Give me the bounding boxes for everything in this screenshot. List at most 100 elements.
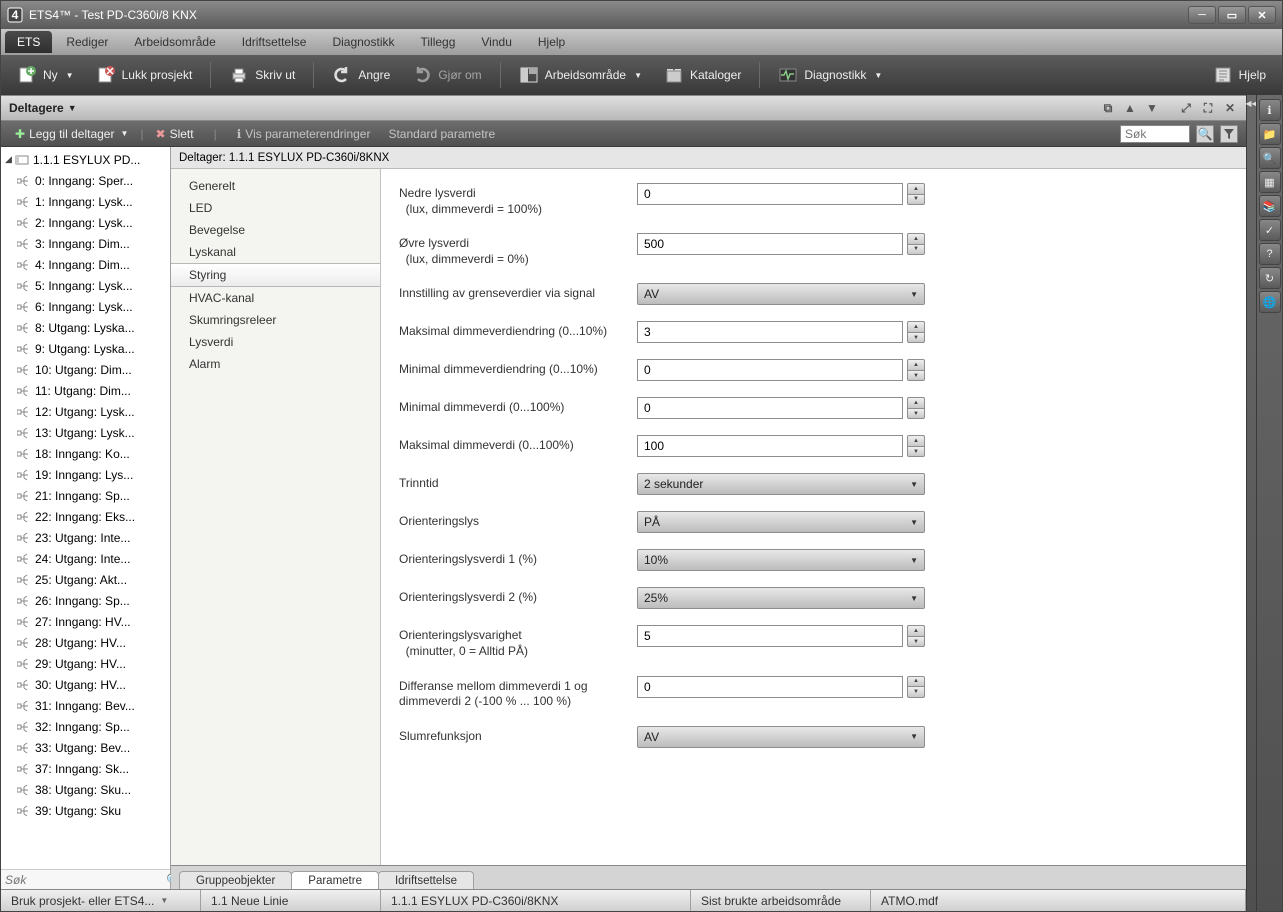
step-down-button[interactable]: ▼: [907, 194, 925, 206]
tree-item[interactable]: 9: Utgang: Lyska...: [1, 338, 170, 359]
step-down-button[interactable]: ▼: [907, 332, 925, 344]
delete-button[interactable]: ✖ Slett: [150, 125, 200, 143]
category-styring[interactable]: Styring: [171, 263, 380, 287]
category-alarm[interactable]: Alarm: [171, 353, 380, 375]
tree-item[interactable]: 2: Inngang: Lysk...: [1, 212, 170, 233]
rightbar-search-icon[interactable]: 🔍: [1259, 147, 1281, 169]
search-input[interactable]: [1120, 125, 1190, 143]
step-down-button[interactable]: ▼: [907, 636, 925, 648]
number-field[interactable]: [637, 183, 903, 205]
select-box[interactable]: PÅ▼: [637, 511, 925, 533]
tree-item[interactable]: 12: Utgang: Lysk...: [1, 401, 170, 422]
step-up-button[interactable]: ▲: [907, 625, 925, 636]
tree-item[interactable]: 10: Utgang: Dim...: [1, 359, 170, 380]
help-button[interactable]: Hjelp: [1205, 62, 1274, 88]
menu-rediger[interactable]: Rediger: [54, 31, 120, 53]
tree-item[interactable]: 5: Inngang: Lysk...: [1, 275, 170, 296]
tree-item[interactable]: 24: Utgang: Inte...: [1, 548, 170, 569]
panel-close-icon[interactable]: ✕: [1222, 100, 1238, 116]
tree-item[interactable]: 8: Utgang: Lyska...: [1, 317, 170, 338]
panel-maximize-icon[interactable]: ⛶: [1200, 100, 1216, 116]
tree-item[interactable]: 38: Utgang: Sku...: [1, 779, 170, 800]
step-up-button[interactable]: ▲: [907, 435, 925, 446]
step-up-button[interactable]: ▲: [907, 183, 925, 194]
minimize-button[interactable]: ─: [1188, 6, 1216, 24]
menu-diagnostikk[interactable]: Diagnostikk: [320, 31, 406, 53]
number-field[interactable]: [637, 233, 903, 255]
tree-item[interactable]: 32: Inngang: Sp...: [1, 716, 170, 737]
select-box[interactable]: 2 sekunder▼: [637, 473, 925, 495]
panel-new-window-icon[interactable]: ⧉: [1100, 100, 1116, 116]
status-cell-1[interactable]: Bruk prosjekt- eller ETS4...▼: [1, 890, 201, 911]
step-up-button[interactable]: ▲: [907, 233, 925, 244]
number-field[interactable]: [637, 625, 903, 647]
menu-vindu[interactable]: Vindu: [469, 31, 523, 53]
rightbar-check-icon[interactable]: ✓: [1259, 219, 1281, 241]
select-box[interactable]: 25%▼: [637, 587, 925, 609]
close-project-button[interactable]: Lukk prosjekt: [88, 62, 201, 88]
maximize-button[interactable]: ▭: [1218, 6, 1246, 24]
tree-item[interactable]: 33: Utgang: Bev...: [1, 737, 170, 758]
rightbar-panels-icon[interactable]: ▦: [1259, 171, 1281, 193]
step-down-button[interactable]: ▼: [907, 408, 925, 420]
workspace-button[interactable]: Arbeidsområde ▼: [511, 62, 650, 88]
tree-item[interactable]: 39: Utgang: Sku: [1, 800, 170, 821]
step-up-button[interactable]: ▲: [907, 359, 925, 370]
rightbar-info-icon[interactable]: ℹ: [1259, 99, 1281, 121]
number-field[interactable]: [637, 676, 903, 698]
tree-item[interactable]: 4: Inngang: Dim...: [1, 254, 170, 275]
rightbar-help-icon[interactable]: ?: [1259, 243, 1281, 265]
print-button[interactable]: Skriv ut: [221, 62, 303, 88]
category-led[interactable]: LED: [171, 197, 380, 219]
filter-icon[interactable]: [1220, 125, 1238, 143]
step-down-button[interactable]: ▼: [907, 686, 925, 698]
category-lysverdi[interactable]: Lysverdi: [171, 331, 380, 353]
diagnostics-button[interactable]: Diagnostikk ▼: [770, 62, 890, 88]
std-params-button[interactable]: Standard parametre: [382, 125, 501, 143]
form-panel[interactable]: Nedre lysverdi (lux, dimmeverdi = 100%)▲…: [381, 169, 1246, 865]
step-up-button[interactable]: ▲: [907, 321, 925, 332]
category-hvac-kanal[interactable]: HVAC-kanal: [171, 287, 380, 309]
tree-item[interactable]: 27: Inngang: HV...: [1, 611, 170, 632]
category-generelt[interactable]: Generelt: [171, 175, 380, 197]
show-param-changes-button[interactable]: ℹ Vis parameterendringer: [231, 125, 377, 143]
bottom-tab-idriftsettelse[interactable]: Idriftsettelse: [378, 871, 474, 889]
tree-scroll[interactable]: ◢1.1.1 ESYLUX PD...0: Inngang: Sper...1:…: [1, 147, 170, 869]
rightbar-history-icon[interactable]: ↻: [1259, 267, 1281, 289]
rightbar-folder-icon[interactable]: 📁: [1259, 123, 1281, 145]
step-up-button[interactable]: ▲: [907, 397, 925, 408]
bottom-tab-parametre[interactable]: Parametre: [291, 871, 379, 889]
undo-button[interactable]: Angre: [324, 62, 398, 88]
menu-idriftsettelse[interactable]: Idriftsettelse: [230, 31, 319, 53]
tree-item[interactable]: 6: Inngang: Lysk...: [1, 296, 170, 317]
close-button[interactable]: ✕: [1248, 6, 1276, 24]
catalogs-button[interactable]: Kataloger: [656, 62, 749, 88]
number-field[interactable]: [637, 321, 903, 343]
panel-collapse-icon[interactable]: ▲: [1122, 100, 1138, 116]
number-field[interactable]: [637, 397, 903, 419]
redo-button[interactable]: Gjør om: [404, 62, 489, 88]
step-up-button[interactable]: ▲: [907, 676, 925, 687]
tree-item[interactable]: 25: Utgang: Akt...: [1, 569, 170, 590]
right-panel-expand[interactable]: ◀◀: [1246, 95, 1256, 911]
tree-item[interactable]: 1: Inngang: Lysk...: [1, 191, 170, 212]
step-down-button[interactable]: ▼: [907, 244, 925, 256]
tree-item[interactable]: 30: Utgang: HV...: [1, 674, 170, 695]
step-down-button[interactable]: ▼: [907, 446, 925, 458]
rightbar-globe-icon[interactable]: 🌐: [1259, 291, 1281, 313]
select-box[interactable]: AV▼: [637, 726, 925, 748]
tree-root[interactable]: ◢1.1.1 ESYLUX PD...: [1, 149, 170, 170]
tree-item[interactable]: 37: Inngang: Sk...: [1, 758, 170, 779]
tree-item[interactable]: 0: Inngang: Sper...: [1, 170, 170, 191]
tree-item[interactable]: 21: Inngang: Sp...: [1, 485, 170, 506]
panel-restore-icon[interactable]: ⤢: [1178, 100, 1194, 116]
number-field[interactable]: [637, 435, 903, 457]
tree-item[interactable]: 28: Utgang: HV...: [1, 632, 170, 653]
panel-expand-icon[interactable]: ▼: [1144, 100, 1160, 116]
dropdown-icon[interactable]: ▼: [68, 103, 77, 113]
tree-item[interactable]: 11: Utgang: Dim...: [1, 380, 170, 401]
tree-item[interactable]: 13: Utgang: Lysk...: [1, 422, 170, 443]
tree-item[interactable]: 3: Inngang: Dim...: [1, 233, 170, 254]
tree-item[interactable]: 26: Inngang: Sp...: [1, 590, 170, 611]
new-button[interactable]: Ny ▼: [9, 62, 82, 88]
